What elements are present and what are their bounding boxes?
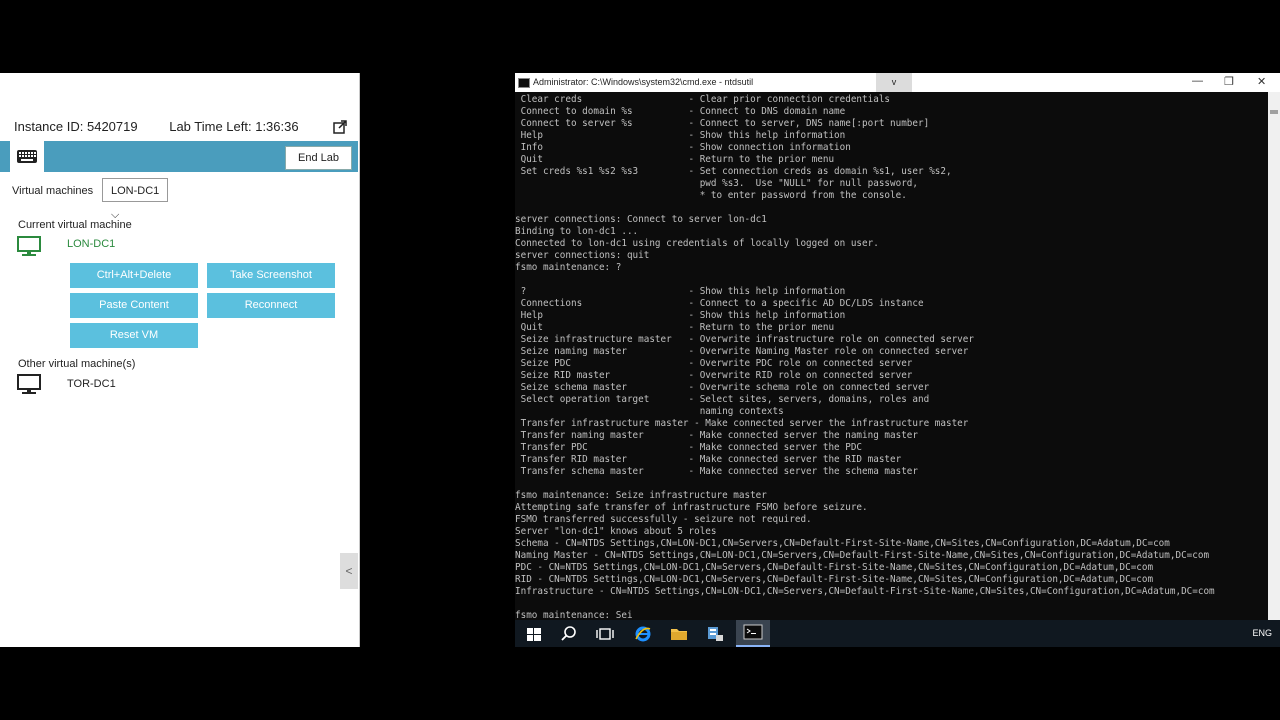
current-vm-name[interactable]: LON-DC1 [67,238,115,250]
terminal-line: Attempting safe transfer of infrastructu… [515,502,868,513]
vm-select-value: LON-DC1 [111,185,160,197]
terminal-output[interactable]: Clear creds - Clear prior connection cre… [515,94,1267,618]
cmd-window: Administrator: C:\Windows\system32\cmd.e… [515,73,1280,620]
terminal-line: fsmo maintenance: Seize infrastructure m… [515,490,767,501]
terminal-line: Transfer PDC - Make connected server the… [515,442,863,453]
terminal-line: Binding to lon-dc1 ... [515,226,639,237]
task-view-icon[interactable] [595,624,615,644]
terminal-line: Seize infrastructure master - Overwrite … [515,334,974,345]
keyboard-icon [17,150,37,163]
monitor-icon [17,236,41,263]
cmd-title: Administrator: C:\Windows\system32\cmd.e… [533,77,754,87]
reset-vm-button[interactable]: Reset VM [70,323,198,348]
search-icon[interactable] [559,624,579,644]
other-vm-name[interactable]: TOR-DC1 [67,378,116,390]
terminal-scrollbar[interactable] [1268,92,1280,620]
terminal-line: Select operation target - Select sites, … [515,394,930,405]
restore-icon[interactable]: ❐ [1224,75,1234,88]
terminal-line: server connections: quit [515,250,650,261]
terminal-line: Transfer infrastructure master - Make co… [515,418,969,429]
terminal-line: * to enter password from the console. [515,190,907,201]
lab-toolbar: End Lab [0,141,358,172]
terminal-line: Transfer schema master - Make connected … [515,466,918,477]
ctrl-alt-delete-button[interactable]: Ctrl+Alt+Delete [70,263,198,288]
terminal-line: Transfer RID master - Make connected ser… [515,454,902,465]
windows-start-icon[interactable] [524,624,544,644]
terminal-line: Clear creds - Clear prior connection cre… [515,94,891,105]
terminal-line: Set creds %s1 %s2 %s3 - Set connection c… [515,166,952,177]
collapse-panel-button[interactable]: < [340,553,358,589]
terminal-line: Connect to server %s - Connect to server… [515,118,930,129]
terminal-line: Quit - Return to the prior menu [515,322,835,333]
terminal-line: Transfer naming master - Make connected … [515,430,918,441]
terminal-line: Server "lon-dc1" knows about 5 roles [515,526,717,537]
terminal-line: Connect to domain %s - Connect to DNS do… [515,106,846,117]
terminal-line: pwd %s3. Use "NULL" for null password, [515,178,918,189]
rdp-dropdown-tab[interactable]: v [876,73,912,92]
other-vm-title: Other virtual machine(s) [18,358,136,370]
taskbar-cmd-button[interactable] [736,620,770,647]
instance-id: Instance ID: 5420719 [14,119,138,134]
terminal-line: Seize naming master - Overwrite Naming M… [515,346,969,357]
internet-explorer-icon[interactable] [633,624,653,644]
terminal-line: Help - Show this help information [515,130,846,141]
language-indicator[interactable]: ENG [1252,628,1272,638]
terminal-line: fsmo maintenance: Sei_ [515,610,639,618]
paste-content-button[interactable]: Paste Content [70,293,198,318]
file-explorer-icon[interactable] [669,624,689,644]
cmd-icon [743,624,763,640]
terminal-line: Seize schema master - Overwrite schema r… [515,382,930,393]
monitor-icon [17,374,41,401]
terminal-line: PDC - CN=NTDS Settings,CN=LON-DC1,CN=Ser… [515,562,1154,573]
current-vm-title: Current virtual machine [18,219,132,231]
windows-taskbar: ENG [515,620,1280,647]
terminal-line: naming contexts [515,406,784,417]
terminal-line: Help - Show this help information [515,310,846,321]
terminal-line: fsmo maintenance: ? [515,262,622,273]
scrollbar-thumb[interactable] [1270,110,1278,114]
terminal-line: Seize PDC - Overwrite PDC role on connec… [515,358,913,369]
terminal-line: Infrastructure - CN=NTDS Settings,CN=LON… [515,586,1215,597]
virtual-machines-label: Virtual machines [12,185,94,197]
terminal-line: Naming Master - CN=NTDS Settings,CN=LON-… [515,550,1210,561]
keyboard-tab[interactable] [10,141,44,172]
terminal-line: server connections: Connect to server lo… [515,214,767,225]
terminal-line: Quit - Return to the prior menu [515,154,835,165]
cmd-icon [518,78,530,88]
minimize-icon[interactable]: — [1192,75,1203,87]
terminal-line: Info - Show connection information [515,142,851,153]
terminal-line: FSMO transferred successfully - seizure … [515,514,812,525]
server-manager-icon[interactable] [705,624,725,644]
take-screenshot-button[interactable]: Take Screenshot [207,263,335,288]
cmd-titlebar[interactable]: Administrator: C:\Windows\system32\cmd.e… [515,73,1280,92]
terminal-line: ? - Show this help information [515,286,846,297]
terminal-line: Connections - Connect to a specific AD D… [515,298,924,309]
terminal-line: Seize RID master - Overwrite RID role on… [515,370,913,381]
instance-info-row: Instance ID: 5420719 Lab Time Left: 1:36… [14,119,327,134]
close-icon[interactable]: ✕ [1257,75,1266,88]
reconnect-button[interactable]: Reconnect [207,293,335,318]
terminal-line: RID - CN=NTDS Settings,CN=LON-DC1,CN=Ser… [515,574,1154,585]
terminal-line: Schema - CN=NTDS Settings,CN=LON-DC1,CN=… [515,538,1170,549]
lab-time-left: Lab Time Left: 1:36:36 [169,119,299,134]
popout-icon[interactable] [333,120,347,134]
terminal-line: Connected to lon-dc1 using credentials o… [515,238,879,249]
vm-select[interactable]: LON-DC1 ⌵ [102,178,168,221]
end-lab-button[interactable]: End Lab [285,146,352,170]
lab-panel: Instance ID: 5420719 Lab Time Left: 1:36… [0,73,360,647]
